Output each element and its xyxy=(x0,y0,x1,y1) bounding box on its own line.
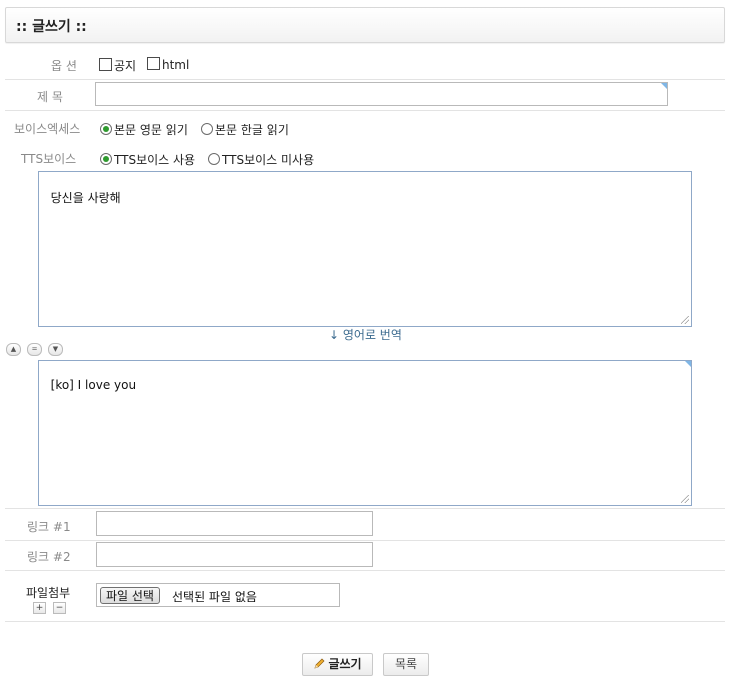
options-row: 옵 션 공지 html xyxy=(5,49,725,80)
notice-label: 공지 xyxy=(114,59,137,73)
notice-checkbox[interactable] xyxy=(99,58,112,71)
field-corner-marker xyxy=(685,361,691,367)
tts-use-radio[interactable] xyxy=(100,153,112,165)
field-corner-marker xyxy=(661,83,667,89)
subject-label: 제 목 xyxy=(37,90,63,104)
textarea-shrink-button[interactable]: ▼ xyxy=(48,343,63,356)
file-input[interactable]: 파일 선택 선택된 파일 없음 xyxy=(96,583,340,607)
link1-input[interactable] xyxy=(96,511,373,536)
link2-label: 링크 #2 xyxy=(27,550,71,564)
voice-korean-radio[interactable] xyxy=(201,123,213,135)
write-button-label: 글쓰기 xyxy=(328,657,362,671)
subject-row: 제 목 xyxy=(5,80,725,111)
remove-attachment-button[interactable]: − xyxy=(53,602,66,614)
options-label: 옵 션 xyxy=(51,59,77,73)
add-attachment-button[interactable]: + xyxy=(33,602,46,614)
link2-row: 링크 #2 xyxy=(5,540,725,571)
subject-input[interactable] xyxy=(95,82,668,106)
voice-korean-option[interactable]: 본문 한글 읽기 xyxy=(201,121,289,138)
voice-korean-label: 본문 한글 읽기 xyxy=(215,123,289,137)
voice-access-label: 보이스엑세스 xyxy=(14,122,81,136)
pencil-icon xyxy=(313,656,325,677)
resize-grip-icon[interactable] xyxy=(681,495,689,503)
tts-nouse-radio[interactable] xyxy=(208,153,220,165)
voice-english-option[interactable]: 본문 영문 읽기 xyxy=(100,121,188,138)
link1-label: 링크 #1 xyxy=(27,520,71,534)
content-korean-text: 당신을 사랑해 xyxy=(50,191,121,205)
content-textarea-korean[interactable]: 당신을 사랑해 xyxy=(38,171,692,327)
list-button[interactable]: 목록 xyxy=(383,653,429,676)
content-textarea-english[interactable]: [ko] I love you xyxy=(38,360,692,506)
translate-to-english-link[interactable]: ↓ 영어로 번역 xyxy=(329,326,402,343)
voice-english-radio[interactable] xyxy=(100,123,112,135)
textarea-reset-button[interactable]: = xyxy=(27,343,42,356)
link1-row: 링크 #1 xyxy=(5,508,725,541)
content-english-text: [ko] I love you xyxy=(50,378,137,392)
tts-use-option[interactable]: TTS보이스 사용 xyxy=(100,151,195,168)
tts-nouse-label: TTS보이스 미사용 xyxy=(222,153,315,167)
write-form-header: :: 글쓰기 :: xyxy=(5,7,725,43)
html-checkbox[interactable] xyxy=(147,57,160,70)
voice-english-label: 본문 영문 읽기 xyxy=(114,123,188,137)
link2-input[interactable] xyxy=(96,542,373,567)
tts-voice-label: TTS보이스 xyxy=(21,152,77,166)
resize-grip-icon[interactable] xyxy=(681,316,689,324)
notice-option[interactable]: 공지 xyxy=(99,57,136,74)
html-label: html xyxy=(162,58,190,72)
choose-file-button[interactable]: 파일 선택 xyxy=(100,587,160,604)
page-title: :: 글쓰기 :: xyxy=(16,19,87,35)
textarea-expand-button[interactable]: ▲ xyxy=(6,343,21,356)
tts-nouse-option[interactable]: TTS보이스 미사용 xyxy=(208,151,314,168)
write-submit-button[interactable]: 글쓰기 xyxy=(302,653,373,676)
list-button-label: 목록 xyxy=(394,657,418,671)
file-status-text: 선택된 파일 없음 xyxy=(172,590,257,604)
html-option[interactable]: html xyxy=(147,57,189,72)
attachment-label: 파일첨부 xyxy=(26,586,71,600)
tts-use-label: TTS보이스 사용 xyxy=(114,153,196,167)
